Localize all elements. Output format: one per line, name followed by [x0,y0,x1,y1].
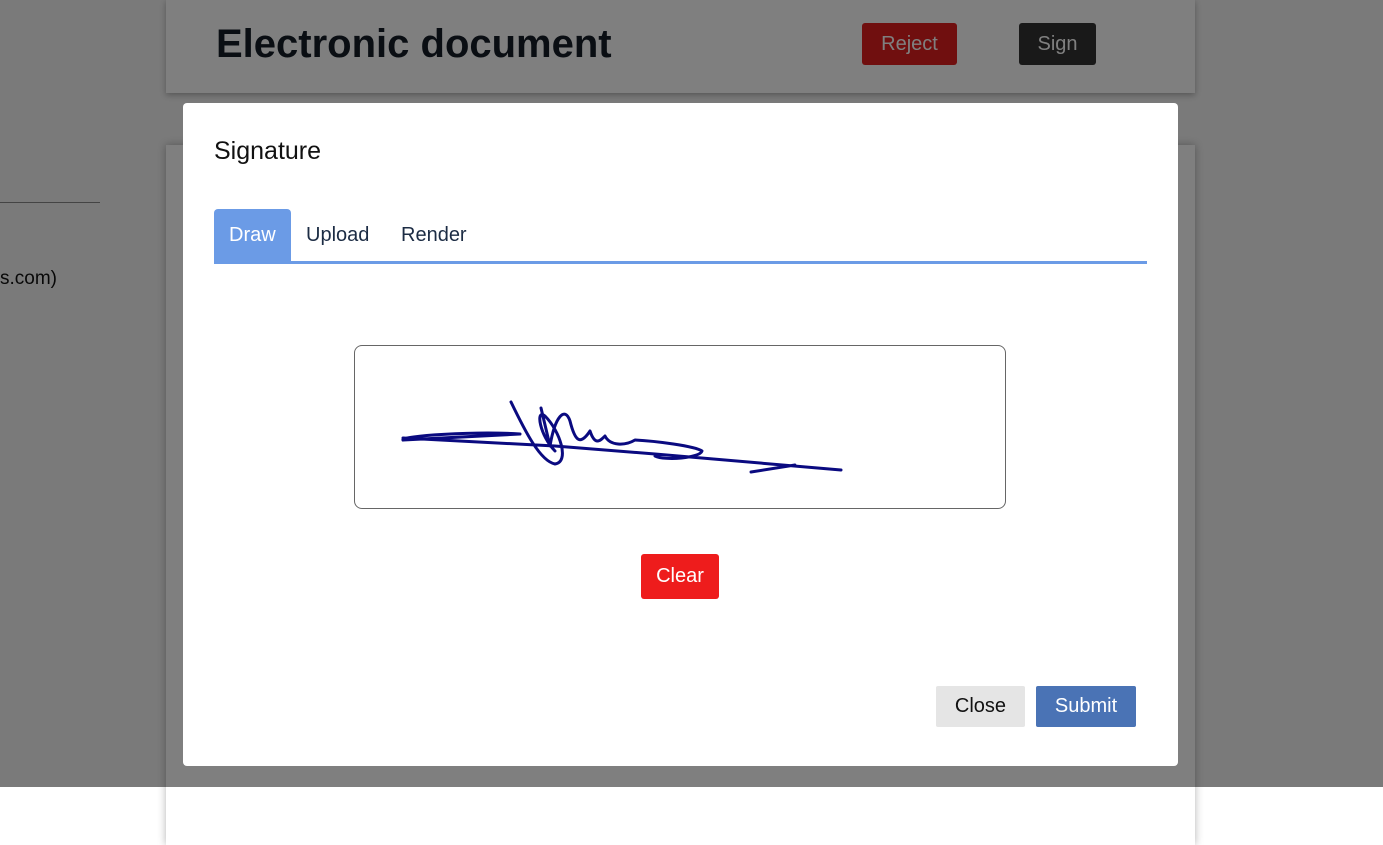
modal-title: Signature [214,137,322,165]
signature-canvas[interactable] [354,345,1006,509]
tab-upload[interactable]: Upload [291,209,384,261]
close-button[interactable]: Close [936,686,1025,727]
signature-drawing [401,400,843,474]
tab-draw[interactable]: Draw [214,209,291,261]
clear-button[interactable]: Clear [641,554,719,599]
submit-button[interactable]: Submit [1036,686,1136,727]
tab-render[interactable]: Render [386,209,482,261]
signature-tabs: Draw Upload Render [214,209,1147,264]
signature-modal: Signature Draw Upload Render Clear Close… [183,103,1178,766]
